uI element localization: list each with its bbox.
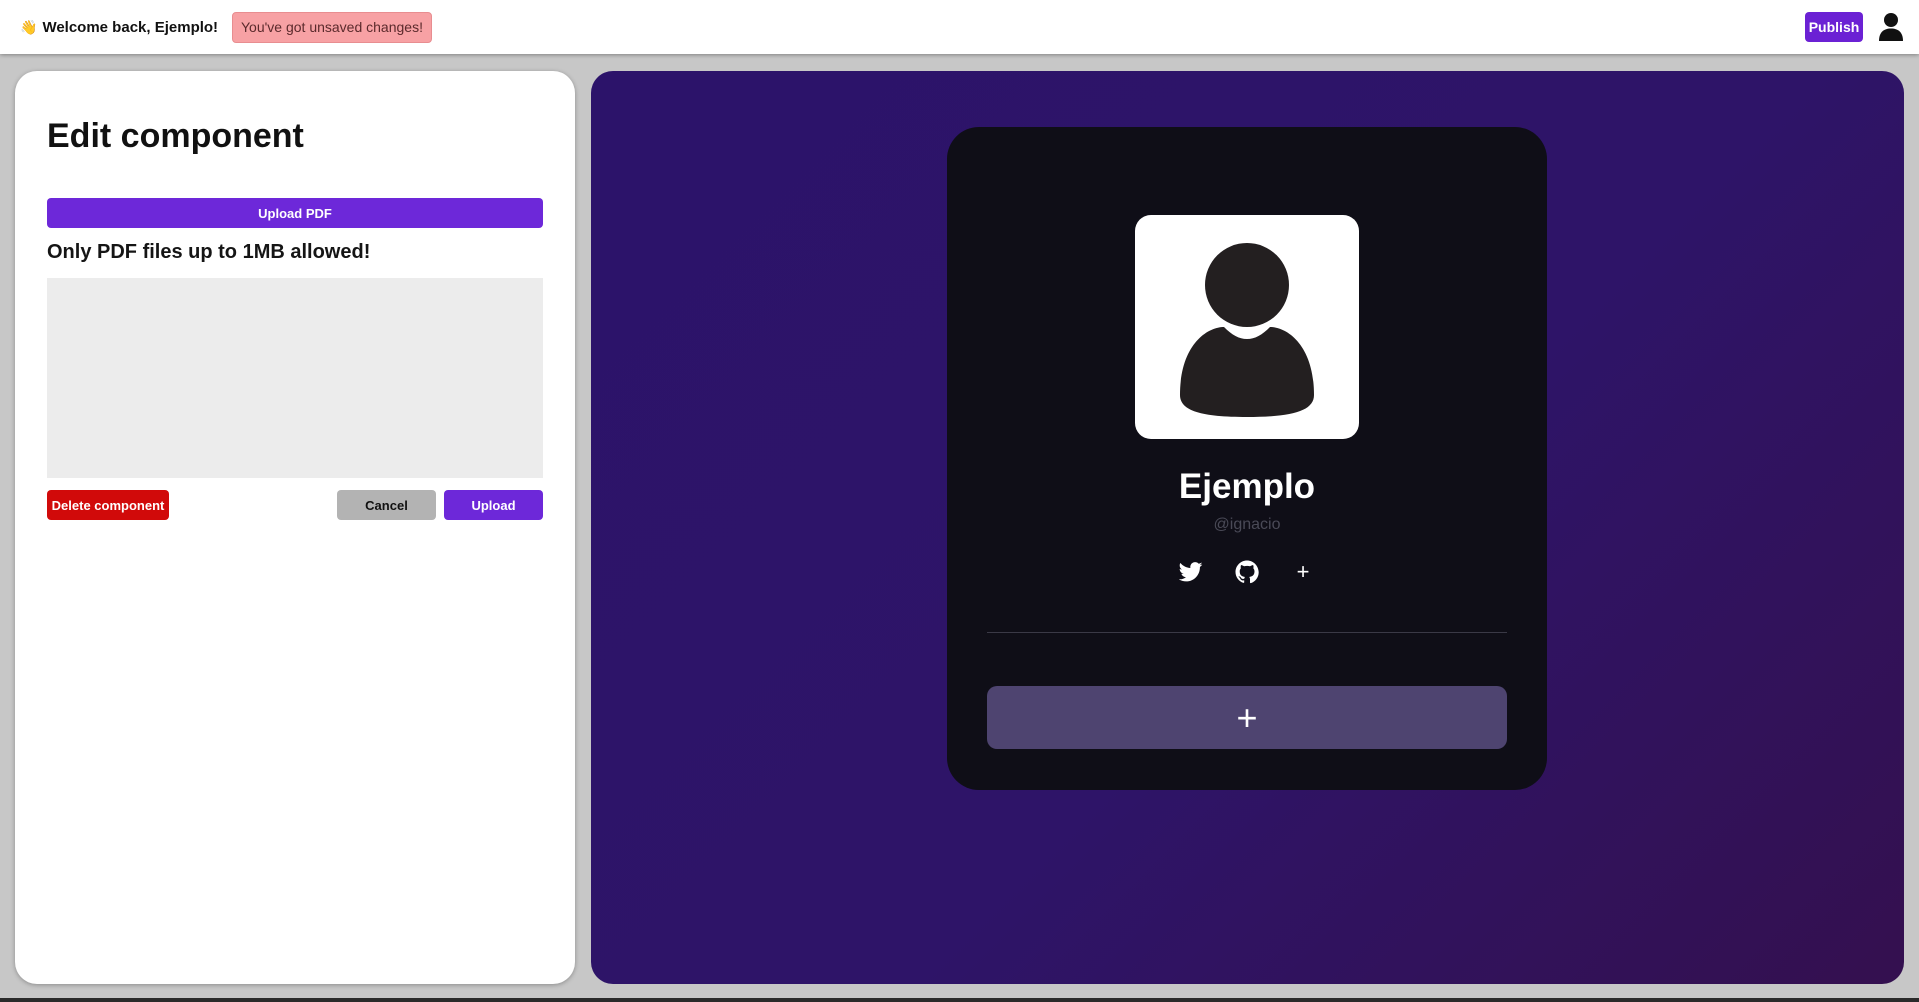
twitter-icon[interactable] [1179,560,1203,584]
pdf-preview-area[interactable] [47,278,543,478]
upload-button[interactable]: Upload [444,490,543,520]
profile-card: Ejemplo @ignacio + + [947,127,1547,790]
profile-name: Ejemplo [1178,467,1316,506]
delete-component-button[interactable]: Delete component [47,490,169,520]
unsaved-changes-badge: You've got unsaved changes! [232,12,432,43]
window-bottom-edge [0,998,1919,1002]
add-block-button[interactable]: + [987,686,1507,749]
welcome-text: Welcome back, Ejemplo! [42,19,219,36]
panel-title: Edit component [47,117,304,155]
edit-component-panel: Edit component Upload PDF Only PDF files… [15,71,575,984]
publish-button[interactable]: Publish [1805,12,1863,42]
file-size-note: Only PDF files up to 1MB allowed! [47,241,371,263]
upload-pdf-button[interactable]: Upload PDF [47,198,543,228]
avatar[interactable] [1135,215,1359,439]
waving-hand-icon: 👋 [20,19,38,35]
divider [987,632,1507,633]
github-icon[interactable] [1235,560,1259,584]
social-links: + [947,557,1547,587]
add-social-button[interactable]: + [1291,560,1315,584]
profile-handle: @ignacio [1213,516,1281,533]
user-icon[interactable] [1878,12,1904,42]
welcome-message: 👋 Welcome back, Ejemplo! [20,19,218,36]
avatar-placeholder-icon [1180,238,1314,417]
cancel-button[interactable]: Cancel [337,490,436,520]
top-bar: 👋 Welcome back, Ejemplo! You've got unsa… [0,0,1919,54]
